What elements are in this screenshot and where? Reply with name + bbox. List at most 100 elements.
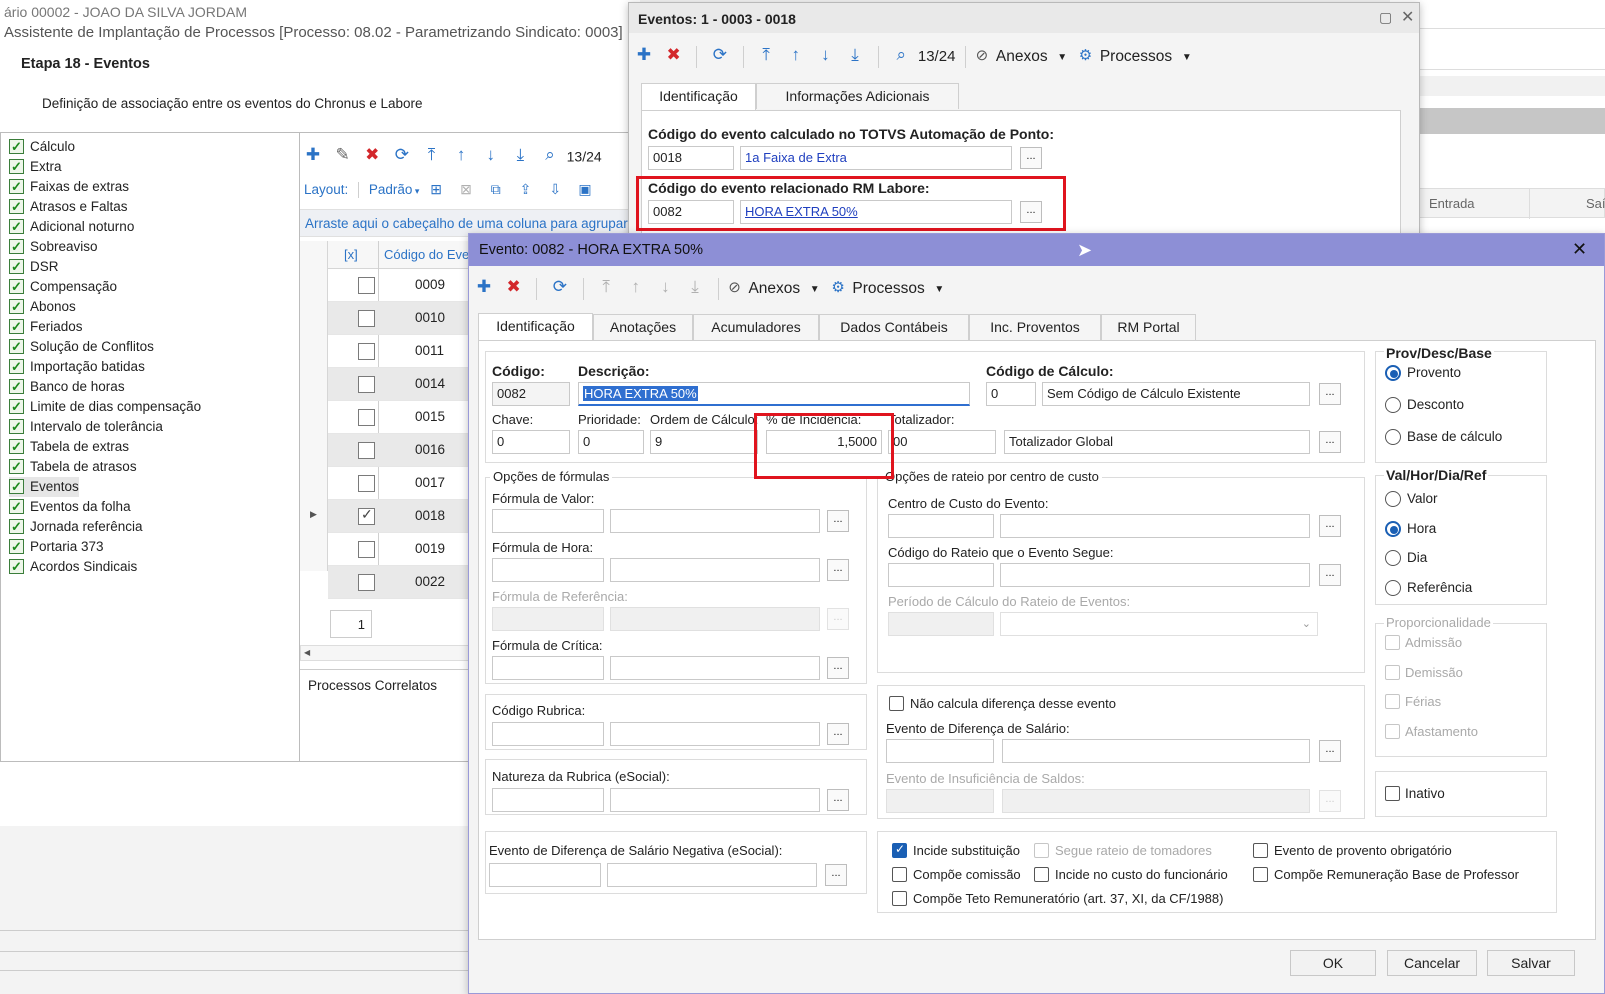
next-record-icon[interactable]: ↓: [812, 43, 838, 67]
anexos-menu[interactable]: Anexos: [996, 48, 1048, 65]
codcalc-field[interactable]: 0: [986, 382, 1036, 406]
paint-icon[interactable]: ▣: [572, 177, 598, 201]
totalizador-desc[interactable]: Totalizador Global: [1004, 430, 1310, 454]
refresh-icon[interactable]: ⟳: [707, 43, 733, 67]
last-record-icon[interactable]: ⤓: [842, 43, 868, 67]
flag-checkbox[interactable]: [1253, 843, 1268, 858]
chevron-down-icon[interactable]: ▾: [412, 186, 420, 196]
last-record-icon[interactable]: ⤓: [507, 143, 533, 167]
chevron-down-icon[interactable]: ▼: [934, 284, 944, 295]
formula-critica-desc[interactable]: [610, 656, 820, 680]
tree-item[interactable]: Atrasos e Faltas: [9, 197, 128, 217]
row-checkbox[interactable]: [358, 409, 375, 426]
layout-select[interactable]: Padrão: [369, 182, 413, 197]
formula-hora-lookup-button[interactable]: ...: [827, 559, 849, 581]
tree-item[interactable]: Tabela de atrasos: [9, 457, 137, 477]
tab-anotacoes[interactable]: Anotações: [593, 314, 693, 340]
delete-icon[interactable]: ✖: [501, 275, 527, 299]
layout-import-icon[interactable]: ⇩: [542, 177, 568, 201]
cod-rateio-desc[interactable]: [1000, 563, 1310, 587]
dif-negativa-code[interactable]: [489, 863, 601, 887]
tree-item[interactable]: Tabela de extras: [9, 437, 129, 457]
previous-record-icon[interactable]: ↑: [783, 43, 809, 67]
natureza-rubrica-code[interactable]: [492, 788, 604, 812]
page-number-input[interactable]: 1: [330, 610, 372, 638]
tab-inc-proventos[interactable]: Inc. Proventos: [969, 314, 1101, 340]
chave-field[interactable]: 0: [492, 430, 570, 454]
layout-save-icon[interactable]: ⧉: [483, 177, 509, 201]
formula-critica-lookup-button[interactable]: ...: [827, 657, 849, 679]
flag-checkbox[interactable]: [892, 842, 907, 858]
tree-item[interactable]: DSR: [9, 257, 59, 277]
entrada-col[interactable]: Entrada: [1429, 196, 1475, 211]
add-icon[interactable]: ✚: [631, 43, 657, 67]
ok-button[interactable]: OK: [1290, 950, 1376, 976]
processos-menu[interactable]: Processos: [852, 280, 924, 297]
tab-dados-contabeis[interactable]: Dados Contábeis: [819, 314, 969, 340]
tree-item[interactable]: Adicional noturno: [9, 217, 134, 237]
refresh-icon[interactable]: ⟳: [547, 275, 573, 299]
row-checkbox[interactable]: [358, 506, 375, 525]
processos-menu[interactable]: Processos: [1100, 48, 1172, 65]
codigo-rubrica-code[interactable]: [492, 722, 604, 746]
tree-item[interactable]: Jornada referência: [9, 517, 143, 537]
chevron-down-icon[interactable]: ▼: [1057, 52, 1067, 63]
paperclip-icon[interactable]: ⊘: [976, 47, 989, 64]
formula-critica-code[interactable]: [492, 656, 604, 680]
tab-identificacao[interactable]: Identificação: [478, 313, 593, 341]
descricao-field[interactable]: HORA EXTRA 50%: [578, 382, 970, 406]
tree-item[interactable]: Solução de Conflitos: [9, 337, 154, 357]
prov-radio[interactable]: [1385, 397, 1401, 413]
search-icon[interactable]: ⌕: [537, 143, 563, 167]
refresh-icon[interactable]: ⟳: [389, 143, 415, 167]
val-radio[interactable]: [1385, 550, 1401, 566]
codcalc-desc[interactable]: Sem Código de Cálculo Existente: [1042, 382, 1310, 406]
previous-record-icon[interactable]: ↑: [448, 143, 474, 167]
row-checkbox[interactable]: [358, 310, 375, 327]
edit-icon[interactable]: ✎: [330, 143, 356, 167]
calc-event-lookup-button[interactable]: ...: [1020, 147, 1042, 169]
codcalc-lookup-button[interactable]: ...: [1319, 383, 1341, 405]
add-icon[interactable]: ✚: [471, 275, 497, 299]
dif-negativa-lookup-button[interactable]: ...: [825, 864, 847, 886]
next-record-icon[interactable]: ↓: [478, 143, 504, 167]
val-radio[interactable]: [1385, 579, 1401, 596]
paperclip-icon[interactable]: ⊘: [728, 279, 741, 296]
tab-identificacao[interactable]: Identificação: [641, 83, 756, 111]
tree-item[interactable]: Acordos Sindicais: [9, 557, 137, 577]
grid-col-code[interactable]: Código do Eve: [384, 247, 469, 262]
flag-checkbox[interactable]: [1253, 867, 1268, 882]
cod-rateio-code[interactable]: [888, 563, 994, 587]
layout-add-icon[interactable]: ⊞: [423, 177, 449, 201]
row-checkbox[interactable]: [358, 574, 375, 591]
formula-valor-lookup-button[interactable]: ...: [827, 510, 849, 532]
tree-item[interactable]: Intervalo de tolerância: [9, 417, 163, 437]
tree-item[interactable]: Portaria 373: [9, 537, 104, 557]
chevron-down-icon[interactable]: ▼: [1182, 52, 1192, 63]
first-record-icon[interactable]: ⤒: [419, 143, 445, 167]
tree-item[interactable]: Abonos: [9, 297, 76, 317]
flag-checkbox[interactable]: [892, 867, 907, 882]
search-icon[interactable]: ⌕: [888, 43, 914, 67]
row-checkbox[interactable]: [358, 343, 375, 360]
row-checkbox[interactable]: [358, 277, 375, 294]
cancel-button[interactable]: Cancelar: [1387, 950, 1477, 976]
delete-icon[interactable]: ✖: [661, 43, 687, 67]
tree-item[interactable]: Importação batidas: [9, 357, 145, 377]
totalizador-lookup-button[interactable]: ...: [1319, 431, 1341, 453]
tree-item[interactable]: Feriados: [9, 317, 83, 337]
layout-export-icon[interactable]: ⇪: [512, 177, 538, 201]
tree-item[interactable]: Eventos: [9, 477, 79, 497]
codigo-rubrica-lookup-button[interactable]: ...: [827, 723, 849, 745]
row-checkbox[interactable]: [358, 442, 375, 459]
grid-col-select[interactable]: [x]: [344, 247, 358, 262]
tab-informacoes-adicionais[interactable]: Informações Adicionais: [756, 83, 959, 109]
tree-item[interactable]: Banco de horas: [9, 377, 125, 397]
codigo-rubrica-desc[interactable]: [610, 722, 820, 746]
codigo-field[interactable]: 0082: [492, 382, 570, 406]
calc-event-desc[interactable]: 1a Faixa de Extra: [740, 146, 1012, 170]
centro-custo-lookup-button[interactable]: ...: [1319, 515, 1341, 537]
tree-item[interactable]: Compensação: [9, 277, 117, 297]
delete-icon[interactable]: ✖: [359, 143, 385, 167]
flag-checkbox[interactable]: [1034, 867, 1049, 882]
